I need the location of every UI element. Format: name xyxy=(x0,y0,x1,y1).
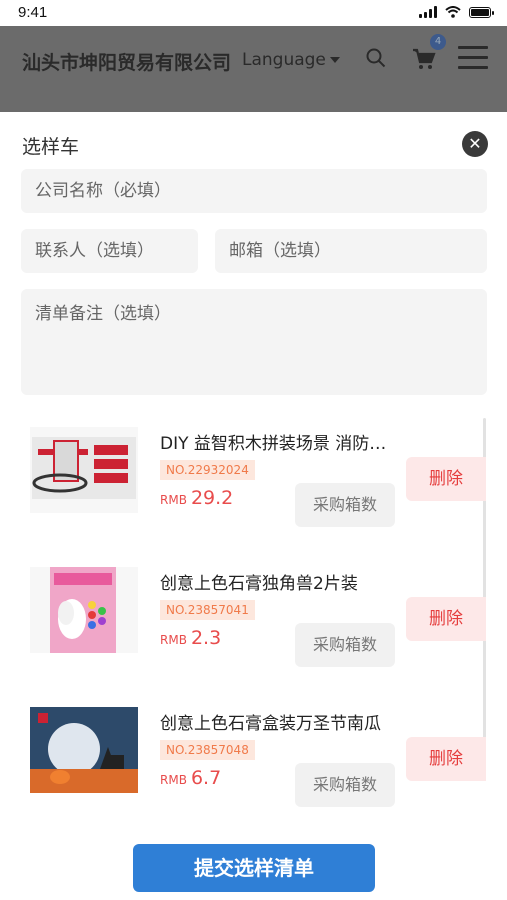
price-value: 29.2 xyxy=(190,487,234,509)
contact-input[interactable] xyxy=(21,229,198,273)
list-item: DIY 益智积木拼装场景 消防车站 NO.22932024 RMB 29.2 采购… xyxy=(0,415,507,555)
system-icons xyxy=(419,6,494,18)
sheet-title: 选样车 xyxy=(22,136,80,158)
sample-list[interactable]: DIY 益智积木拼装场景 消防车站 NO.22932024 RMB 29.2 采购… xyxy=(0,415,507,820)
delete-button[interactable]: 删除 xyxy=(406,737,486,781)
cart-icon[interactable] xyxy=(412,48,436,70)
cart-count-badge: 4 xyxy=(430,34,446,50)
product-price: RMB 2.3 xyxy=(160,627,221,649)
sample-cart-sheet: 选样车 ✕ DIY 益智积木拼装场景 消防车站 NO.22932024 RMB2… xyxy=(0,112,507,900)
hamburger-menu-icon[interactable] xyxy=(458,46,488,70)
delete-button[interactable]: 删除 xyxy=(406,457,486,501)
battery-icon xyxy=(469,7,494,18)
product-title: DIY 益智积木拼装场景 消防车站 xyxy=(160,434,400,454)
close-icon[interactable]: ✕ xyxy=(462,131,488,157)
currency-label: RMB xyxy=(160,773,187,787)
product-number-tag: NO.23857048 xyxy=(160,740,255,760)
product-thumbnail[interactable] xyxy=(30,707,138,793)
company-name[interactable]: 汕头市坤阳贸易有限公司 xyxy=(22,48,232,75)
list-item: 创意上色石膏盒装万圣节南瓜 NO.23857048 RMB 6.7 采购箱数 删除 xyxy=(0,695,507,835)
currency-label: RMB xyxy=(160,493,187,507)
signal-icon xyxy=(419,6,437,18)
language-selector[interactable]: Language xyxy=(242,50,340,70)
status-bar: 9:41 xyxy=(0,0,507,26)
delete-button[interactable]: 删除 xyxy=(406,597,486,641)
product-title: 创意上色石膏盒装万圣节南瓜 xyxy=(160,714,381,734)
quantity-boxes-input[interactable]: 采购箱数 xyxy=(295,483,395,527)
product-price: RMB 6.7 xyxy=(160,767,221,789)
product-thumbnail[interactable] xyxy=(30,567,138,653)
currency-label: RMB xyxy=(160,633,187,647)
submit-sample-list-button[interactable]: 提交选样清单 xyxy=(133,844,375,892)
note-textarea[interactable] xyxy=(21,289,487,395)
top-header: 汕头市坤阳贸易有限公司 Language 4 xyxy=(0,26,507,112)
list-item: 创意上色石膏独角兽2片装 NO.23857041 RMB 2.3 采购箱数 删除 xyxy=(0,555,507,695)
product-title: 创意上色石膏独角兽2片装 xyxy=(160,574,358,594)
product-number-tag: NO.22932024 xyxy=(160,460,255,480)
company-name-input[interactable] xyxy=(21,169,487,213)
language-label: Language xyxy=(242,50,326,70)
quantity-boxes-input[interactable]: 采购箱数 xyxy=(295,623,395,667)
price-value: 2.3 xyxy=(190,627,222,649)
product-price: RMB 29.2 xyxy=(160,487,233,509)
caret-down-icon xyxy=(329,57,340,63)
product-thumbnail[interactable] xyxy=(30,427,138,513)
product-number-tag: NO.23857041 xyxy=(160,600,255,620)
wifi-icon xyxy=(445,6,461,18)
email-input[interactable] xyxy=(215,229,487,273)
quantity-boxes-input[interactable]: 采购箱数 xyxy=(295,763,395,807)
status-time: 9:41 xyxy=(18,4,48,21)
price-value: 6.7 xyxy=(190,767,222,789)
search-icon[interactable] xyxy=(366,48,386,68)
